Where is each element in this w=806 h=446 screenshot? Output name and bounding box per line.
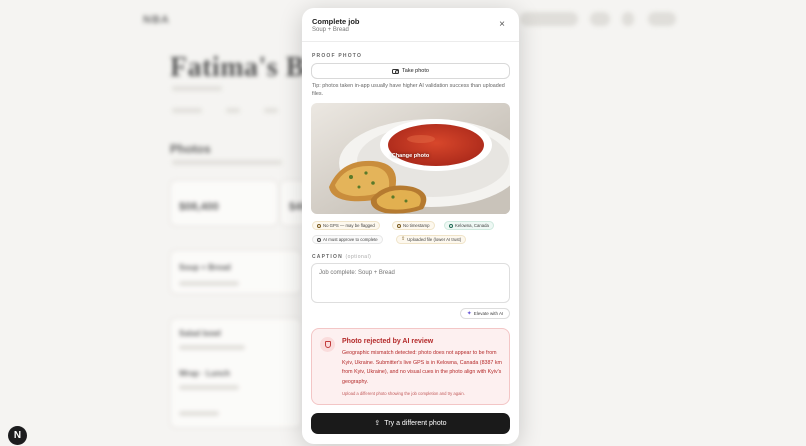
rejected-body: Geographic mismatch detected: photo does… [342,350,502,385]
chip-label: No timestamp [403,223,430,228]
shield-icon-container [320,337,335,352]
proof-photo-label: PROOF PHOTO [312,53,363,59]
chip-label: Kelowna, Canada [455,223,489,228]
clock-icon [397,223,401,228]
chip-label: No GPS — may be flagged [323,223,375,228]
chip-no-timestamp: No timestamp [392,221,435,230]
photo-rejected-alert: Photo rejected by AI review Geographic m… [311,328,510,405]
try-different-photo-label: Try a different photo [384,420,447,427]
rejected-hint: Upload a different photo showing the job… [342,391,465,396]
elevate-label: Elevate with AI [473,311,504,316]
sparkle-icon: ✦ [466,310,472,317]
camera-icon [392,68,400,75]
chip-ai-approval: AI must approve to complete [312,235,383,244]
upload-icon: ⇪ [401,236,406,242]
close-icon[interactable]: × [497,20,507,30]
take-photo-label: Take photo [402,68,429,74]
chip-label: Uploaded file (lower AI trust) [407,237,462,242]
complete-job-modal: Complete job Soup + Bread × PROOF PHOTO … [302,8,519,444]
app-badge-icon[interactable]: N [8,426,27,445]
upload-icon: ⇪ [374,420,381,427]
try-different-photo-button[interactable]: ⇪ Try a different photo [311,413,510,434]
caption-input[interactable] [311,263,510,303]
location-icon [449,223,453,228]
elevate-with-ai-button[interactable]: ✦ Elevate with AI [460,308,510,319]
caption-optional-text: (optional) [345,254,372,260]
shield-icon [324,341,331,348]
modal-subtitle: Soup + Bread [312,27,349,33]
change-photo-label: Change photo [391,153,430,159]
chip-uploaded-file: ⇪ Uploaded file (lower AI trust) [396,235,467,244]
info-icon [317,237,321,242]
chip-location: Kelowna, Canada [444,221,494,230]
take-photo-button[interactable]: Take photo [311,63,510,79]
rejected-title: Photo rejected by AI review [342,338,434,345]
caption-label-text: CAPTION [312,254,343,260]
chip-no-gps: No GPS — may be flagged [312,221,380,230]
tip-text: Tip: photos taken in-app usually have hi… [312,83,505,97]
proof-photo-image[interactable]: Change photo [311,103,510,214]
modal-header: Complete job Soup + Bread × [302,8,519,42]
modal-title: Complete job [312,17,360,26]
chip-label: AI must approve to complete [323,237,378,242]
caption-label: CAPTION (optional) [312,254,371,260]
pin-icon [317,223,321,228]
